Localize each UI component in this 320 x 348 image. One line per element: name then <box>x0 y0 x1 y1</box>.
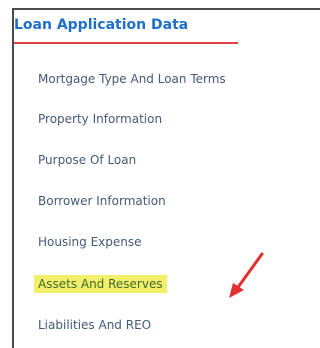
sidebar-item-purpose-of-loan[interactable]: Purpose Of Loan <box>38 151 136 169</box>
loan-application-data-header[interactable]: Loan Application Data <box>14 17 188 33</box>
sidebar-item-assets-and-reserves[interactable]: Assets And Reserves <box>34 275 167 293</box>
sidebar-item-property-information[interactable]: Property Information <box>38 110 162 128</box>
header-underline <box>14 42 238 44</box>
sidebar-item-borrower-information[interactable]: Borrower Information <box>38 192 166 210</box>
sidebar-item-mortgage-type-and-loan-terms[interactable]: Mortgage Type And Loan Terms <box>38 70 226 88</box>
annotation-arrow-icon <box>229 252 264 298</box>
sidebar-item-liabilities-and-reo[interactable]: Liabilities And REO <box>38 316 151 334</box>
sidebar-item-housing-expense[interactable]: Housing Expense <box>38 233 142 251</box>
